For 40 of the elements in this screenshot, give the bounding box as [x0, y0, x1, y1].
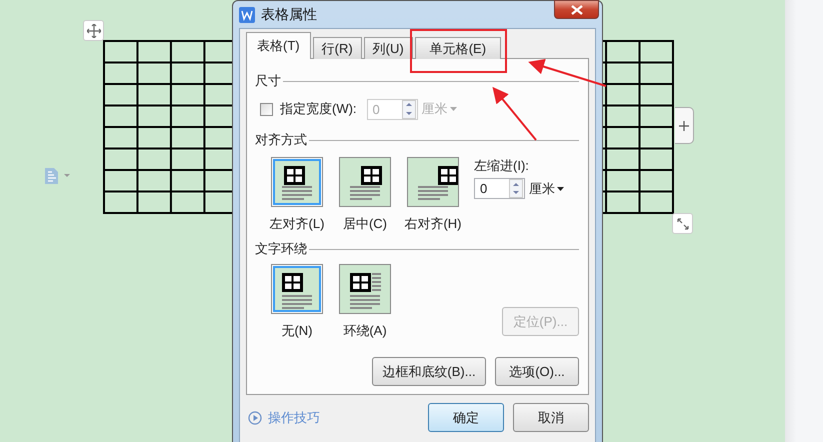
option-label: 左对齐(L) — [270, 215, 324, 233]
alignment-option[interactable] — [407, 157, 459, 207]
section-heading: 尺寸 — [255, 72, 281, 90]
dialog-button[interactable]: 确定 — [428, 403, 504, 432]
option-label: 居中(C) — [342, 215, 388, 233]
option-label: 环绕(A) — [343, 322, 387, 340]
window-title: 表格属性 — [261, 6, 317, 24]
wrapping-option[interactable] — [271, 264, 323, 314]
indent-input-field[interactable]: 0 — [474, 178, 525, 199]
tab[interactable]: 列(U) — [364, 37, 413, 59]
tab[interactable]: 行(R) — [312, 37, 362, 59]
wrapping-option[interactable] — [339, 264, 391, 314]
close-icon — [570, 4, 582, 14]
alignment-option[interactable] — [339, 157, 391, 207]
dialog-button[interactable]: 取消 — [513, 403, 589, 432]
table-move-handle[interactable] — [83, 20, 104, 41]
app-icon — [239, 6, 255, 22]
resize-icon — [676, 218, 688, 230]
spin-button[interactable] — [509, 179, 523, 198]
caret-icon — [450, 107, 457, 111]
option-label: 右对齐(H) — [404, 215, 462, 233]
dialog-button[interactable]: 选项(O)... — [495, 357, 579, 386]
plus-icon — [679, 120, 689, 130]
section-heading: 对齐方式 — [255, 131, 307, 149]
move-icon — [86, 24, 100, 38]
tab[interactable]: 表格(T) — [246, 32, 311, 59]
dialog-button[interactable]: 边框和底纹(B)... — [372, 357, 486, 386]
option-label: 无(N) — [281, 322, 313, 340]
checkbox[interactable] — [260, 102, 273, 116]
checkbox-label: 指定宽度(W): — [280, 100, 357, 118]
unit-dropdown[interactable]: 厘米 — [525, 180, 564, 198]
add-column-button[interactable] — [675, 107, 694, 144]
indent-label: 左缩进(I): — [474, 157, 530, 175]
close-button[interactable] — [554, 0, 599, 19]
caret-icon — [557, 186, 564, 190]
table-resize-handle[interactable] — [672, 213, 693, 234]
tab[interactable]: 单元格(E) — [414, 37, 502, 59]
play-icon — [248, 410, 262, 424]
alignment-option[interactable] — [271, 157, 323, 207]
section-heading: 文字环绕 — [255, 240, 307, 258]
